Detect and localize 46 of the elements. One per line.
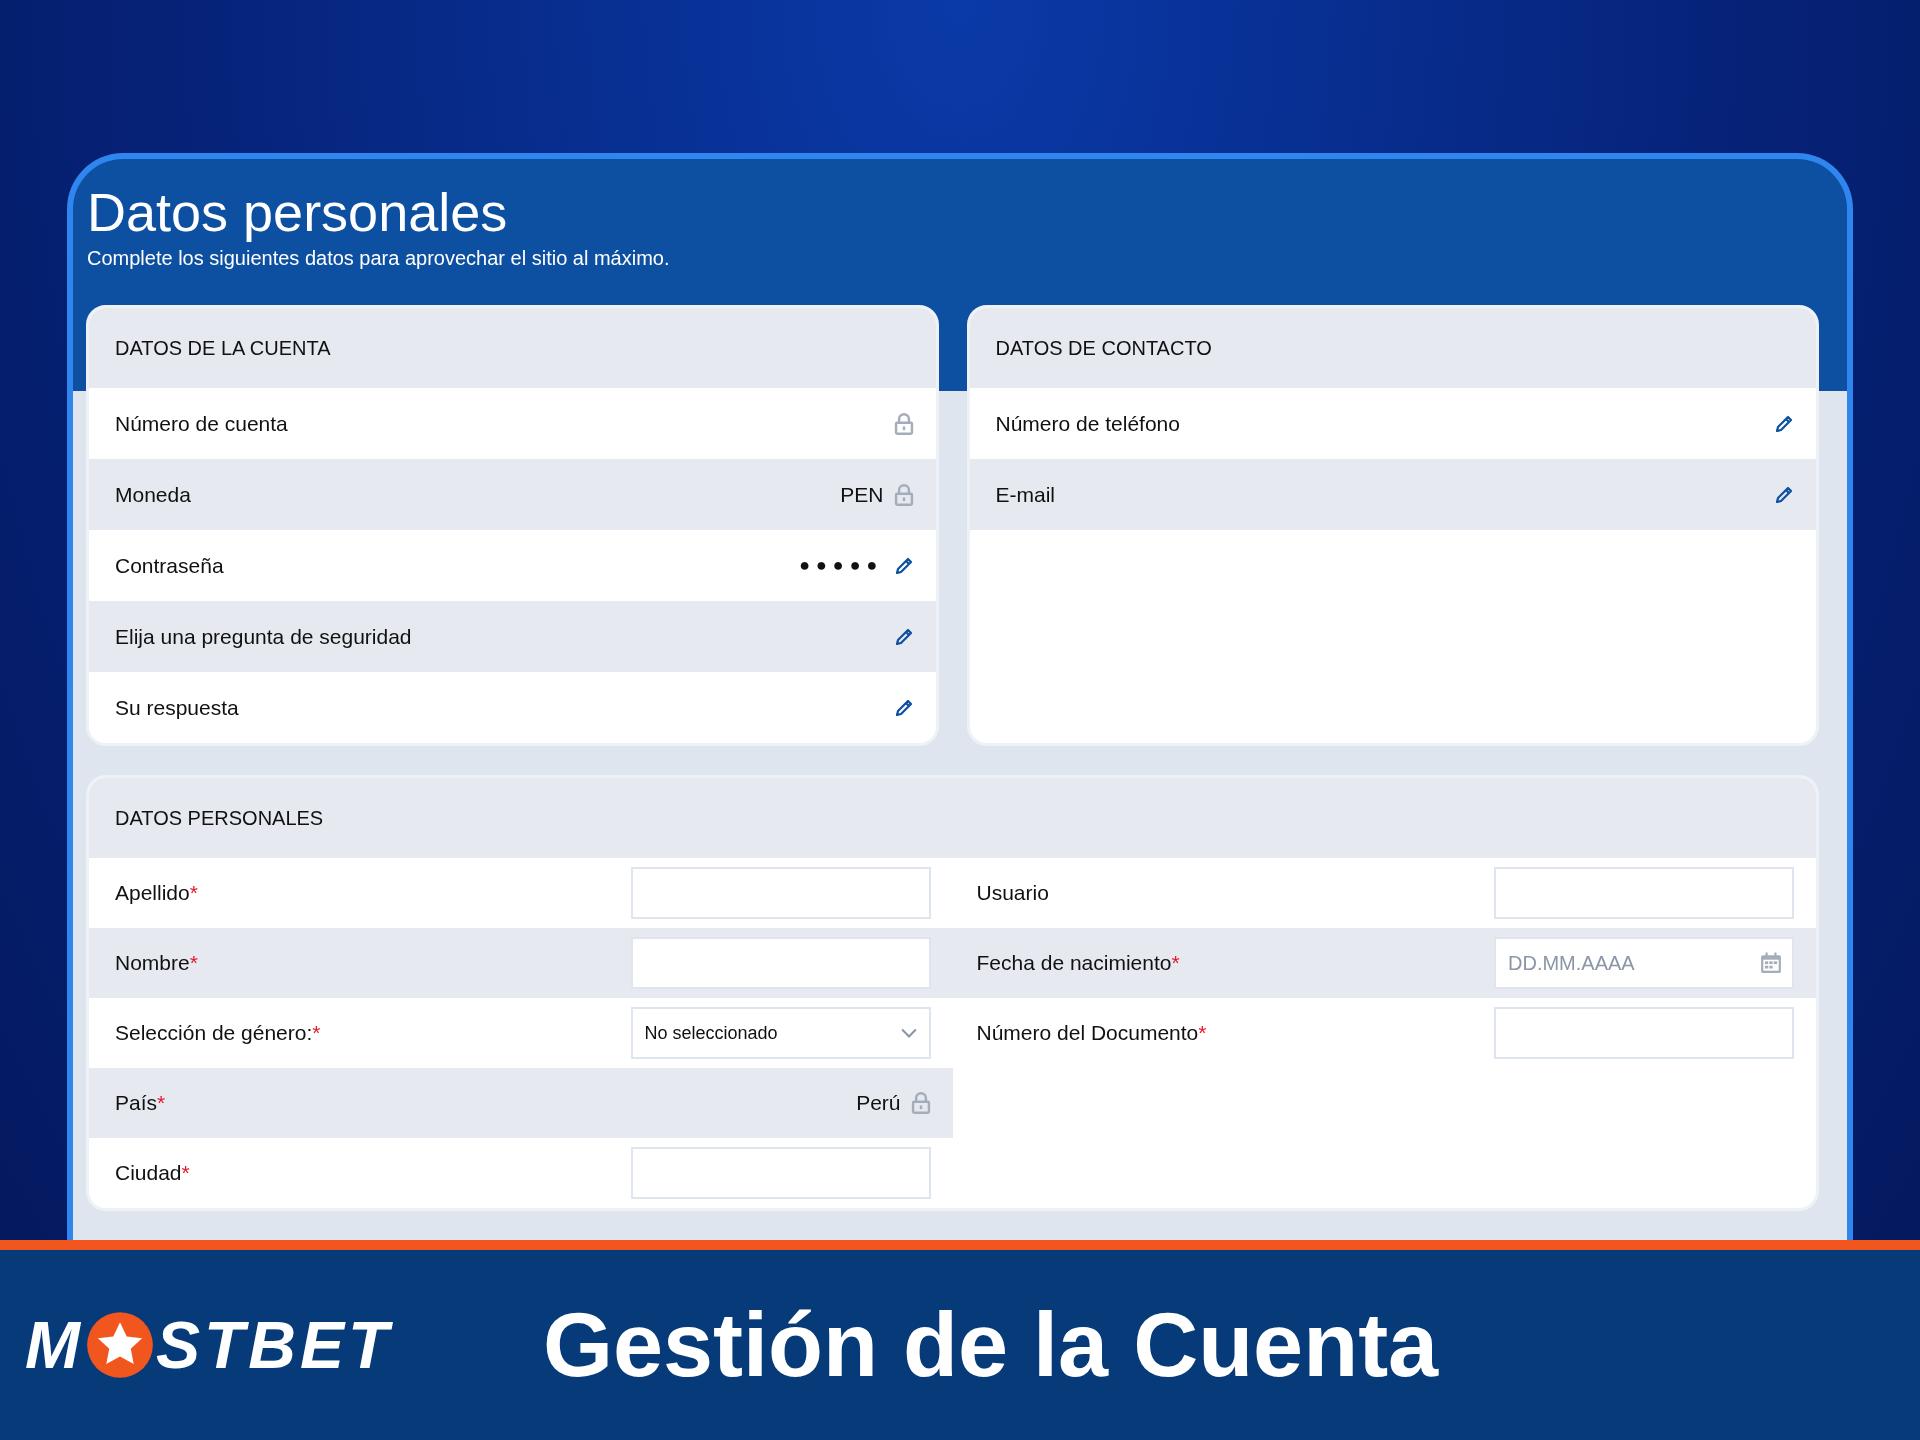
field-value: PEN <box>840 482 884 507</box>
required-mark: * <box>189 951 198 974</box>
required-mark: * <box>189 881 198 904</box>
required-mark: * <box>1171 951 1180 974</box>
field-label: E-mail <box>995 482 1055 507</box>
input-field[interactable] <box>630 1147 931 1199</box>
required-mark: * <box>1198 1021 1207 1044</box>
lock-icon <box>910 1092 931 1114</box>
input-field[interactable] <box>1494 1007 1794 1059</box>
input-field[interactable] <box>630 867 931 919</box>
field-value: Perú <box>856 1091 901 1115</box>
date-field[interactable]: DD.MM.AAAA <box>1494 937 1794 989</box>
section-heading: DATOS PERSONALES <box>89 778 1816 858</box>
lock-icon <box>893 483 914 506</box>
section-heading: DATOS DE LA CUENTA <box>89 308 936 388</box>
field-label: Contraseña <box>115 553 224 578</box>
required-mark: * <box>157 1091 166 1114</box>
page-title: Datos personales <box>87 181 509 243</box>
field-label: Elija una pregunta de seguridad <box>115 624 412 649</box>
field-label: Nombre* <box>115 951 198 975</box>
chevron-down-icon <box>900 1028 917 1038</box>
required-mark: * <box>312 1021 321 1044</box>
logo-text: M <box>25 1307 84 1383</box>
field-label: Selección de género:* <box>115 1021 321 1045</box>
field-value: ●●●●● <box>799 555 884 576</box>
field-label: Moneda <box>115 482 191 507</box>
star-logo-icon <box>86 1311 154 1379</box>
field-label: Número de cuenta <box>115 411 288 436</box>
field-label: Fecha de nacimiento* <box>976 951 1180 975</box>
field-label: Número de teléfono <box>995 411 1180 436</box>
logo-text: STBET <box>156 1307 393 1383</box>
page-subtitle: Complete los siguientes datos para aprovechar el sitio al máximo. <box>87 247 671 270</box>
field-label: Su respuesta <box>115 695 239 720</box>
section-heading: DATOS DE CONTACTO <box>969 308 1816 388</box>
input-field[interactable] <box>630 937 931 989</box>
field-label: Usuario <box>976 881 1049 905</box>
calendar-icon[interactable] <box>1760 952 1782 974</box>
field-label: Ciudad* <box>115 1161 190 1185</box>
required-mark: * <box>181 1161 190 1184</box>
field-label: País* <box>115 1091 166 1115</box>
field-label: Apellido* <box>115 881 198 905</box>
input-field[interactable] <box>1494 867 1794 919</box>
select-field[interactable]: No seleccionado <box>630 1007 931 1059</box>
field-label: Número del Documento* <box>976 1021 1207 1045</box>
banner-caption: Gestión de la Cuenta <box>543 1293 1439 1397</box>
lock-icon <box>893 412 914 435</box>
